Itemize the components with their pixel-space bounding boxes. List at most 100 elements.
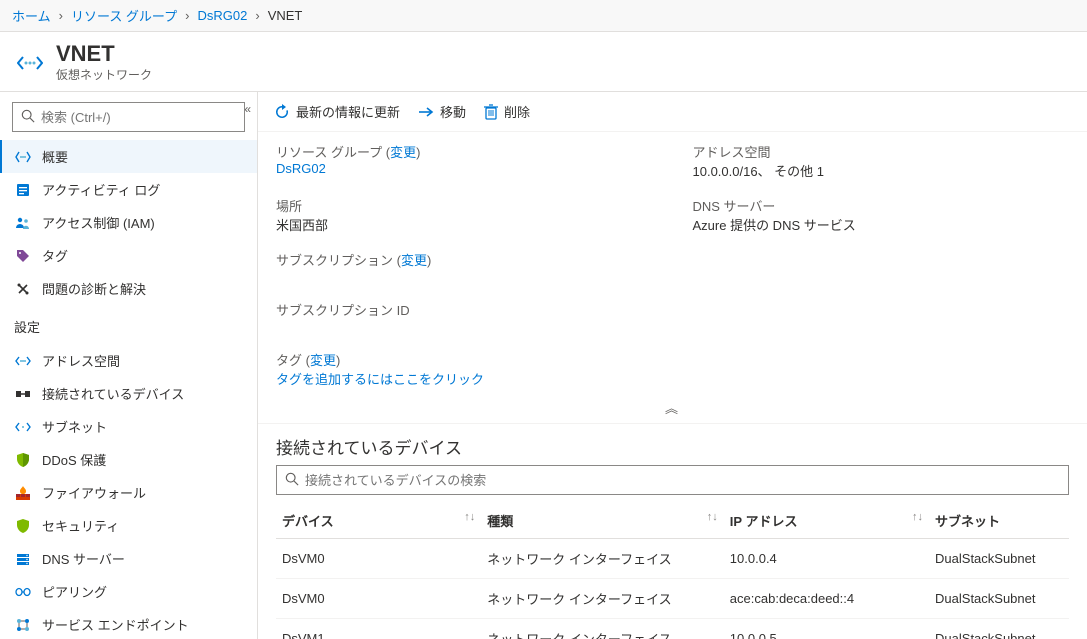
tag-icon <box>14 247 32 265</box>
col-ip[interactable]: IP アドレス↑↓ <box>724 503 929 539</box>
main-content: 最新の情報に更新 移動 削除 リソー <box>258 92 1087 639</box>
sidebar-item-overview[interactable]: 概要 <box>0 140 257 173</box>
sidebar-item-label: ピアリング <box>42 582 107 601</box>
security-icon <box>14 517 32 535</box>
sidebar-item-dns[interactable]: DNS サーバー <box>0 542 257 575</box>
sidebar-item-activity-log[interactable]: アクティビティ ログ <box>0 173 257 206</box>
devices-search[interactable] <box>276 465 1069 495</box>
tags-add-link[interactable]: タグを追加するにはここをクリック <box>276 369 1069 388</box>
command-bar: 最新の情報に更新 移動 削除 <box>258 92 1087 132</box>
trash-icon <box>484 104 498 120</box>
address-space-value: 10.0.0.0/16、 その他 1 <box>693 161 1070 180</box>
move-button[interactable]: 移動 <box>418 102 466 121</box>
sidebar-item-tags[interactable]: タグ <box>0 239 257 272</box>
dns-label: DNS サーバー <box>693 196 1070 215</box>
sidebar-item-label: アクセス制御 (IAM) <box>42 213 155 232</box>
devices-title: 接続されているデバイス <box>276 434 1069 459</box>
sidebar-item-subnets[interactable]: サブネット <box>0 410 257 443</box>
sidebar-item-firewall[interactable]: ファイアウォール <box>0 476 257 509</box>
sidebar-item-address-space[interactable]: アドレス空間 <box>0 344 257 377</box>
rg-value[interactable]: DsRG02 <box>276 161 653 176</box>
location-value: 米国西部 <box>276 215 653 234</box>
dns-value: Azure 提供の DNS サービス <box>693 215 1070 234</box>
refresh-label: 最新の情報に更新 <box>296 102 400 121</box>
table-row[interactable]: DsVM0ネットワーク インターフェイス10.0.0.4DualStackSub… <box>276 539 1069 579</box>
breadcrumb: ホーム › リソース グループ › DsRG02 › VNET <box>0 0 1087 32</box>
table-row[interactable]: DsVM1ネットワーク インターフェイス10.0.0.5DualStackSub… <box>276 619 1069 639</box>
search-icon <box>21 109 35 126</box>
service-endpoint-icon <box>14 616 32 634</box>
chevron-right-icon: › <box>255 8 259 23</box>
sidebar-item-label: DNS サーバー <box>42 549 125 568</box>
rg-label: リソース グループ (変更) <box>276 142 653 161</box>
sidebar-heading-settings: 設定 <box>0 307 257 342</box>
chevron-right-icon: › <box>59 8 63 23</box>
location-label: 場所 <box>276 196 653 215</box>
connected-devices-section: 接続されているデバイス デバイス↑↓ 種類↑↓ IP アドレス↑↓ サブネット <box>258 424 1087 639</box>
move-label: 移動 <box>440 102 466 121</box>
sidebar-item-label: タグ <box>42 246 68 265</box>
page-subtitle: 仮想ネットワーク <box>56 66 152 83</box>
sidebar-item-label: サブネット <box>42 417 107 436</box>
breadcrumb-home[interactable]: ホーム <box>12 6 51 25</box>
table-row[interactable]: DsVM0ネットワーク インターフェイスace:cab:deca:deed::4… <box>276 579 1069 619</box>
sidebar-item-label: アクティビティ ログ <box>42 180 160 199</box>
col-device[interactable]: デバイス↑↓ <box>276 503 481 539</box>
sidebar-item-label: 問題の診断と解決 <box>42 279 146 298</box>
search-icon <box>285 472 299 489</box>
shield-icon <box>14 451 32 469</box>
cell-device: DsVM0 <box>276 539 481 579</box>
subscription-change-link[interactable]: 変更 <box>401 253 427 268</box>
vnet-icon <box>14 148 32 166</box>
sidebar-item-security[interactable]: セキュリティ <box>0 509 257 542</box>
rg-change-link[interactable]: 変更 <box>390 145 416 160</box>
delete-button[interactable]: 削除 <box>484 102 530 121</box>
access-control-icon <box>14 214 32 232</box>
sidebar-search-input[interactable] <box>41 110 236 125</box>
diagnose-icon <box>14 280 32 298</box>
tags-change-link[interactable]: 変更 <box>310 353 336 368</box>
subnet-icon <box>14 418 32 436</box>
sort-icon: ↑↓ <box>707 511 718 523</box>
cell-type: ネットワーク インターフェイス <box>481 579 724 619</box>
subscription-label: サブスクリプション (変更) <box>276 250 653 269</box>
sidebar-item-label: DDoS 保護 <box>42 450 106 469</box>
devices-search-input[interactable] <box>305 473 1060 488</box>
peering-icon <box>14 583 32 601</box>
cell-device: DsVM1 <box>276 619 481 639</box>
address-space-label: アドレス空間 <box>693 142 1070 161</box>
sidebar-item-label: 概要 <box>42 147 68 166</box>
col-subnet[interactable]: サブネット <box>929 503 1069 539</box>
chevron-right-icon: › <box>185 8 189 23</box>
collapse-sidebar-icon[interactable]: « <box>244 102 251 116</box>
sort-icon: ↑↓ <box>464 511 475 523</box>
cell-ip: 10.0.0.5 <box>724 619 929 639</box>
subscription-value[interactable] <box>276 269 653 284</box>
cell-type: ネットワーク インターフェイス <box>481 539 724 579</box>
devices-icon <box>14 385 32 403</box>
breadcrumb-rg-name[interactable]: DsRG02 <box>198 8 248 23</box>
col-type[interactable]: 種類↑↓ <box>481 503 724 539</box>
sidebar-search[interactable] <box>12 102 245 132</box>
breadcrumb-resource-groups[interactable]: リソース グループ <box>71 6 177 25</box>
collapse-essentials-icon[interactable]: ︽ <box>665 401 680 416</box>
page-title: VNET <box>56 42 152 66</box>
sidebar-item-peering[interactable]: ピアリング <box>0 575 257 608</box>
essentials-panel: リソース グループ (変更) DsRG02 アドレス空間 10.0.0.0/16… <box>258 132 1087 396</box>
move-icon <box>418 106 434 118</box>
refresh-button[interactable]: 最新の情報に更新 <box>274 102 400 121</box>
sidebar-item-service-endpoints[interactable]: サービス エンドポイント <box>0 608 257 639</box>
sidebar-item-ddos[interactable]: DDoS 保護 <box>0 443 257 476</box>
sidebar-item-label: アドレス空間 <box>42 351 120 370</box>
breadcrumb-current: VNET <box>268 8 303 23</box>
sidebar: « 概要 <box>0 92 258 639</box>
sort-icon: ↑↓ <box>912 511 923 523</box>
delete-label: 削除 <box>504 102 530 121</box>
subscription-id-value <box>276 319 653 334</box>
sidebar-item-connected-devices[interactable]: 接続されているデバイス <box>0 377 257 410</box>
sidebar-item-diagnose[interactable]: 問題の診断と解決 <box>0 272 257 305</box>
cell-ip: 10.0.0.4 <box>724 539 929 579</box>
sidebar-item-access-control[interactable]: アクセス制御 (IAM) <box>0 206 257 239</box>
cell-subnet: DualStackSubnet <box>929 539 1069 579</box>
devices-table: デバイス↑↓ 種類↑↓ IP アドレス↑↓ サブネット DsVM0ネットワーク … <box>276 503 1069 639</box>
